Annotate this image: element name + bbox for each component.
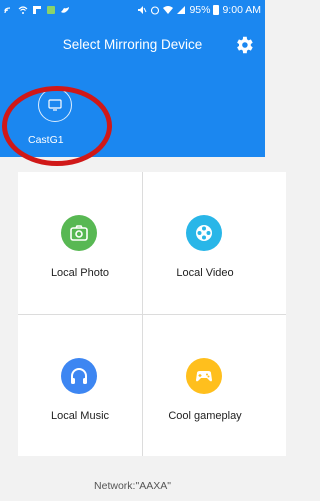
twitter-icon	[61, 7, 69, 13]
alarm-icon	[151, 6, 160, 15]
system-status: 95% 9:00 AM	[137, 4, 261, 16]
headphones-icon	[71, 368, 87, 384]
camera-icon	[70, 225, 88, 241]
local-photo-tile[interactable]: Local Photo	[18, 172, 142, 314]
tile-label: Local Music	[50, 410, 110, 422]
screen-icon	[48, 99, 62, 111]
battery-percent: 95%	[189, 4, 211, 16]
device-list: CastG1	[0, 72, 265, 157]
mirroring-app: 95% 9:00 AM Select Mirroring Device Cast…	[0, 0, 286, 501]
local-music-tile[interactable]: Local Music	[18, 315, 142, 457]
status-bar: 95% 9:00 AM	[0, 0, 265, 20]
wifi-icon	[163, 6, 174, 14]
page-title: Select Mirroring Device	[62, 37, 203, 52]
app-bar: Select Mirroring Device	[0, 20, 265, 72]
cast-notification-icon	[4, 7, 11, 14]
network-status: Network:"AAXA"	[94, 480, 171, 492]
tile-label: Local Photo	[50, 267, 110, 279]
local-video-tile[interactable]: Local Video	[143, 172, 267, 314]
cool-gameplay-tile[interactable]: Cool gameplay	[143, 315, 267, 457]
flipboard-icon	[33, 6, 41, 14]
video-circle	[186, 215, 222, 251]
mute-icon	[138, 6, 147, 14]
gameplay-circle	[186, 358, 222, 394]
film-reel-icon	[196, 225, 212, 241]
tile-label: Local Video	[176, 267, 234, 279]
tile-label: Cool gameplay	[168, 410, 242, 422]
photo-circle	[61, 215, 97, 251]
clock: 9:00 AM	[222, 4, 261, 16]
device-icon-ring	[38, 88, 72, 122]
gear-icon[interactable]	[233, 34, 255, 56]
device-castg1[interactable]: CastG1	[10, 78, 90, 154]
media-grid: Local Photo Local Video Local Music Cool…	[18, 172, 286, 456]
wifi-notification-icon	[18, 6, 28, 14]
gamepad-icon	[196, 371, 212, 382]
signal-icon	[177, 6, 186, 14]
app-notification-icon	[47, 6, 55, 14]
device-name: CastG1	[28, 134, 64, 146]
battery-icon	[213, 5, 220, 15]
music-circle	[61, 358, 97, 394]
notification-icons	[4, 5, 70, 15]
